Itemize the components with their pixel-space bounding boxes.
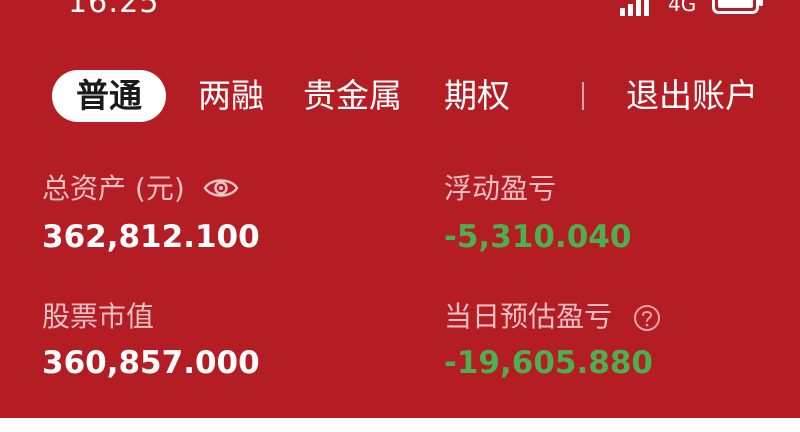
account-summary: 总资产 (元) 362,812.100 浮动盈亏 -5,310.040 股票市值…: [0, 160, 800, 400]
tab-divider: [582, 82, 584, 110]
tab-margin[interactable]: 两融: [198, 70, 264, 122]
tab-options[interactable]: 期权: [444, 70, 510, 122]
daily-pl-label: 当日预估盈亏: [444, 300, 613, 333]
tab-precious-metals[interactable]: 贵金属: [303, 70, 402, 122]
total-assets-value: 362,812.100: [42, 219, 260, 255]
status-bar: 16:25 4G: [0, 0, 800, 20]
floating-pl-label: 浮动盈亏: [444, 172, 557, 205]
daily-pl-value: -19,605.880: [444, 345, 653, 381]
floating-pl-value: -5,310.040: [444, 219, 632, 255]
account-type-tabs: 普通 两融 贵金属 期权 退出账户: [0, 70, 800, 122]
logout-button[interactable]: 退出账户: [626, 70, 758, 122]
account-screen: 16:25 4G 普通 两融 贵金属 期权 退出账户 总资产 (元) 362,8…: [0, 0, 800, 432]
help-icon[interactable]: [633, 304, 661, 332]
content-panel-edge: [0, 418, 800, 432]
eye-icon[interactable]: [203, 176, 239, 200]
stock-value-label: 股票市值: [42, 300, 155, 333]
status-time: 16:25: [68, 0, 160, 20]
battery-icon: [712, 0, 763, 14]
total-assets-label: 总资产 (元): [42, 172, 185, 205]
network-type: 4G: [668, 0, 697, 16]
signal-icon: [620, 0, 649, 16]
stock-value-value: 360,857.000: [42, 345, 260, 381]
tab-normal[interactable]: 普通: [52, 70, 166, 122]
